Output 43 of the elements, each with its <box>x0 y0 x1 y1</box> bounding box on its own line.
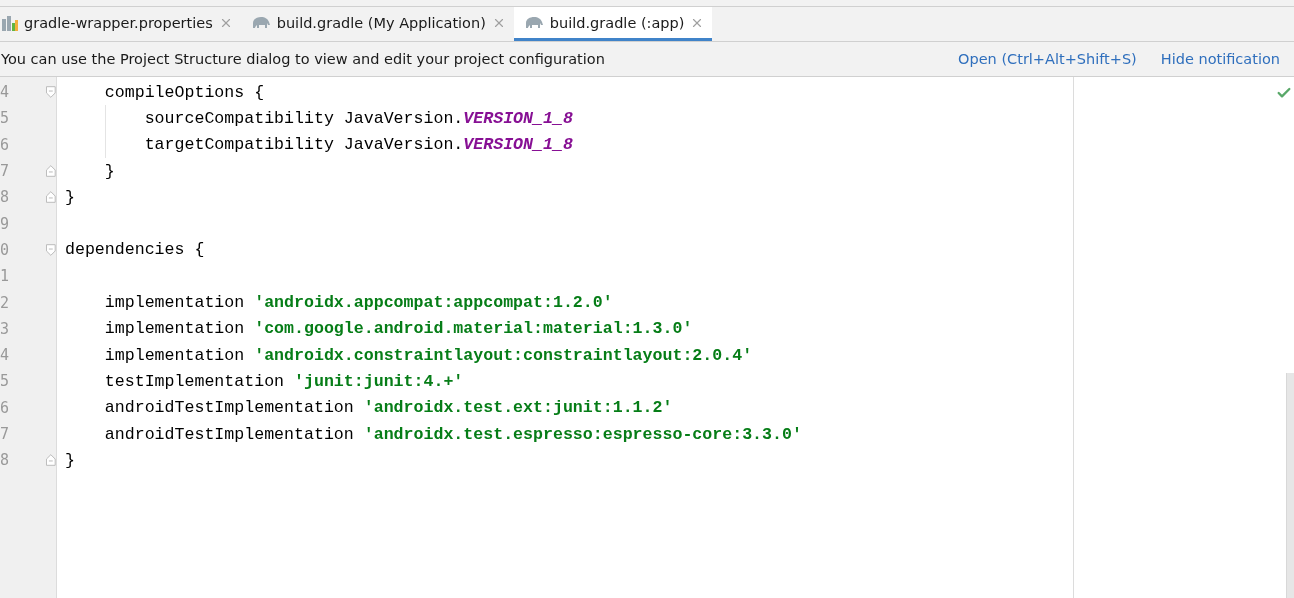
code-line: dependencies { <box>65 240 205 260</box>
fold-icon[interactable] <box>46 165 56 178</box>
fold-icon[interactable] <box>46 191 56 204</box>
code-line: testImplementation 'junit:junit:4.+' <box>103 371 464 391</box>
line-number: 1 <box>0 267 11 286</box>
notification-message: You can use the Project Structure dialog to view and edit your project configuration <box>1 51 606 67</box>
line-number: 8 <box>0 451 11 470</box>
code-line: implementation 'com.google.android.material:material:1.3.0' <box>103 319 693 339</box>
code-line: sourceCompatibility JavaVersion.VERSION_1_8 <box>143 108 573 128</box>
code-line: androidTestImplementation 'androidx.test.ext:junit:1.1.2' <box>103 398 673 418</box>
line-number: 4 <box>0 346 11 365</box>
line-number: 5 <box>0 109 11 128</box>
line-number: 9 <box>0 214 11 233</box>
elephant-icon <box>250 15 271 30</box>
line-number: 6 <box>0 135 11 154</box>
line-number: 5 <box>0 372 11 391</box>
fold-icon[interactable] <box>46 454 56 467</box>
line-number: 4 <box>0 83 11 102</box>
fold-icon[interactable] <box>46 86 56 99</box>
line-number: 6 <box>0 398 11 417</box>
code-line: targetCompatibility JavaVersion.VERSION_1_8 <box>143 135 573 155</box>
code-line: } <box>103 161 115 181</box>
code-line: implementation 'androidx.constraintlayout:constraintlayout:2.0.4' <box>103 345 753 365</box>
fold-icon[interactable] <box>46 243 56 256</box>
line-number: 0 <box>0 240 11 259</box>
line-number: 3 <box>0 319 11 338</box>
code-line: androidTestImplementation 'androidx.test.espresso:espresso-core:3.3.0' <box>103 424 802 444</box>
line-number: 8 <box>0 188 11 207</box>
code-line: } <box>65 450 75 470</box>
bar-chart-icon <box>2 14 18 31</box>
line-number: 7 <box>0 425 11 443</box>
line-number: 7 <box>0 162 11 181</box>
code-line: compileOptions { <box>103 82 265 102</box>
line-number: 2 <box>0 293 11 312</box>
notification-link[interactable]: Open (Ctrl+Alt+Shift+S) <box>958 51 1137 67</box>
editor-tab[interactable]: gradle-wrapper.properties <box>0 7 241 41</box>
editor-tab[interactable]: build.gradle (My Application) <box>240 7 514 41</box>
code-line: } <box>65 187 75 207</box>
scrollbar[interactable] <box>1286 373 1294 598</box>
notification-link[interactable]: Hide notification <box>1160 51 1280 67</box>
editor-tab[interactable]: build.gradle (:app) <box>513 7 713 41</box>
code-line: implementation 'androidx.appcompat:appcompat:1.2.0' <box>103 293 613 312</box>
elephant-icon <box>523 15 544 30</box>
